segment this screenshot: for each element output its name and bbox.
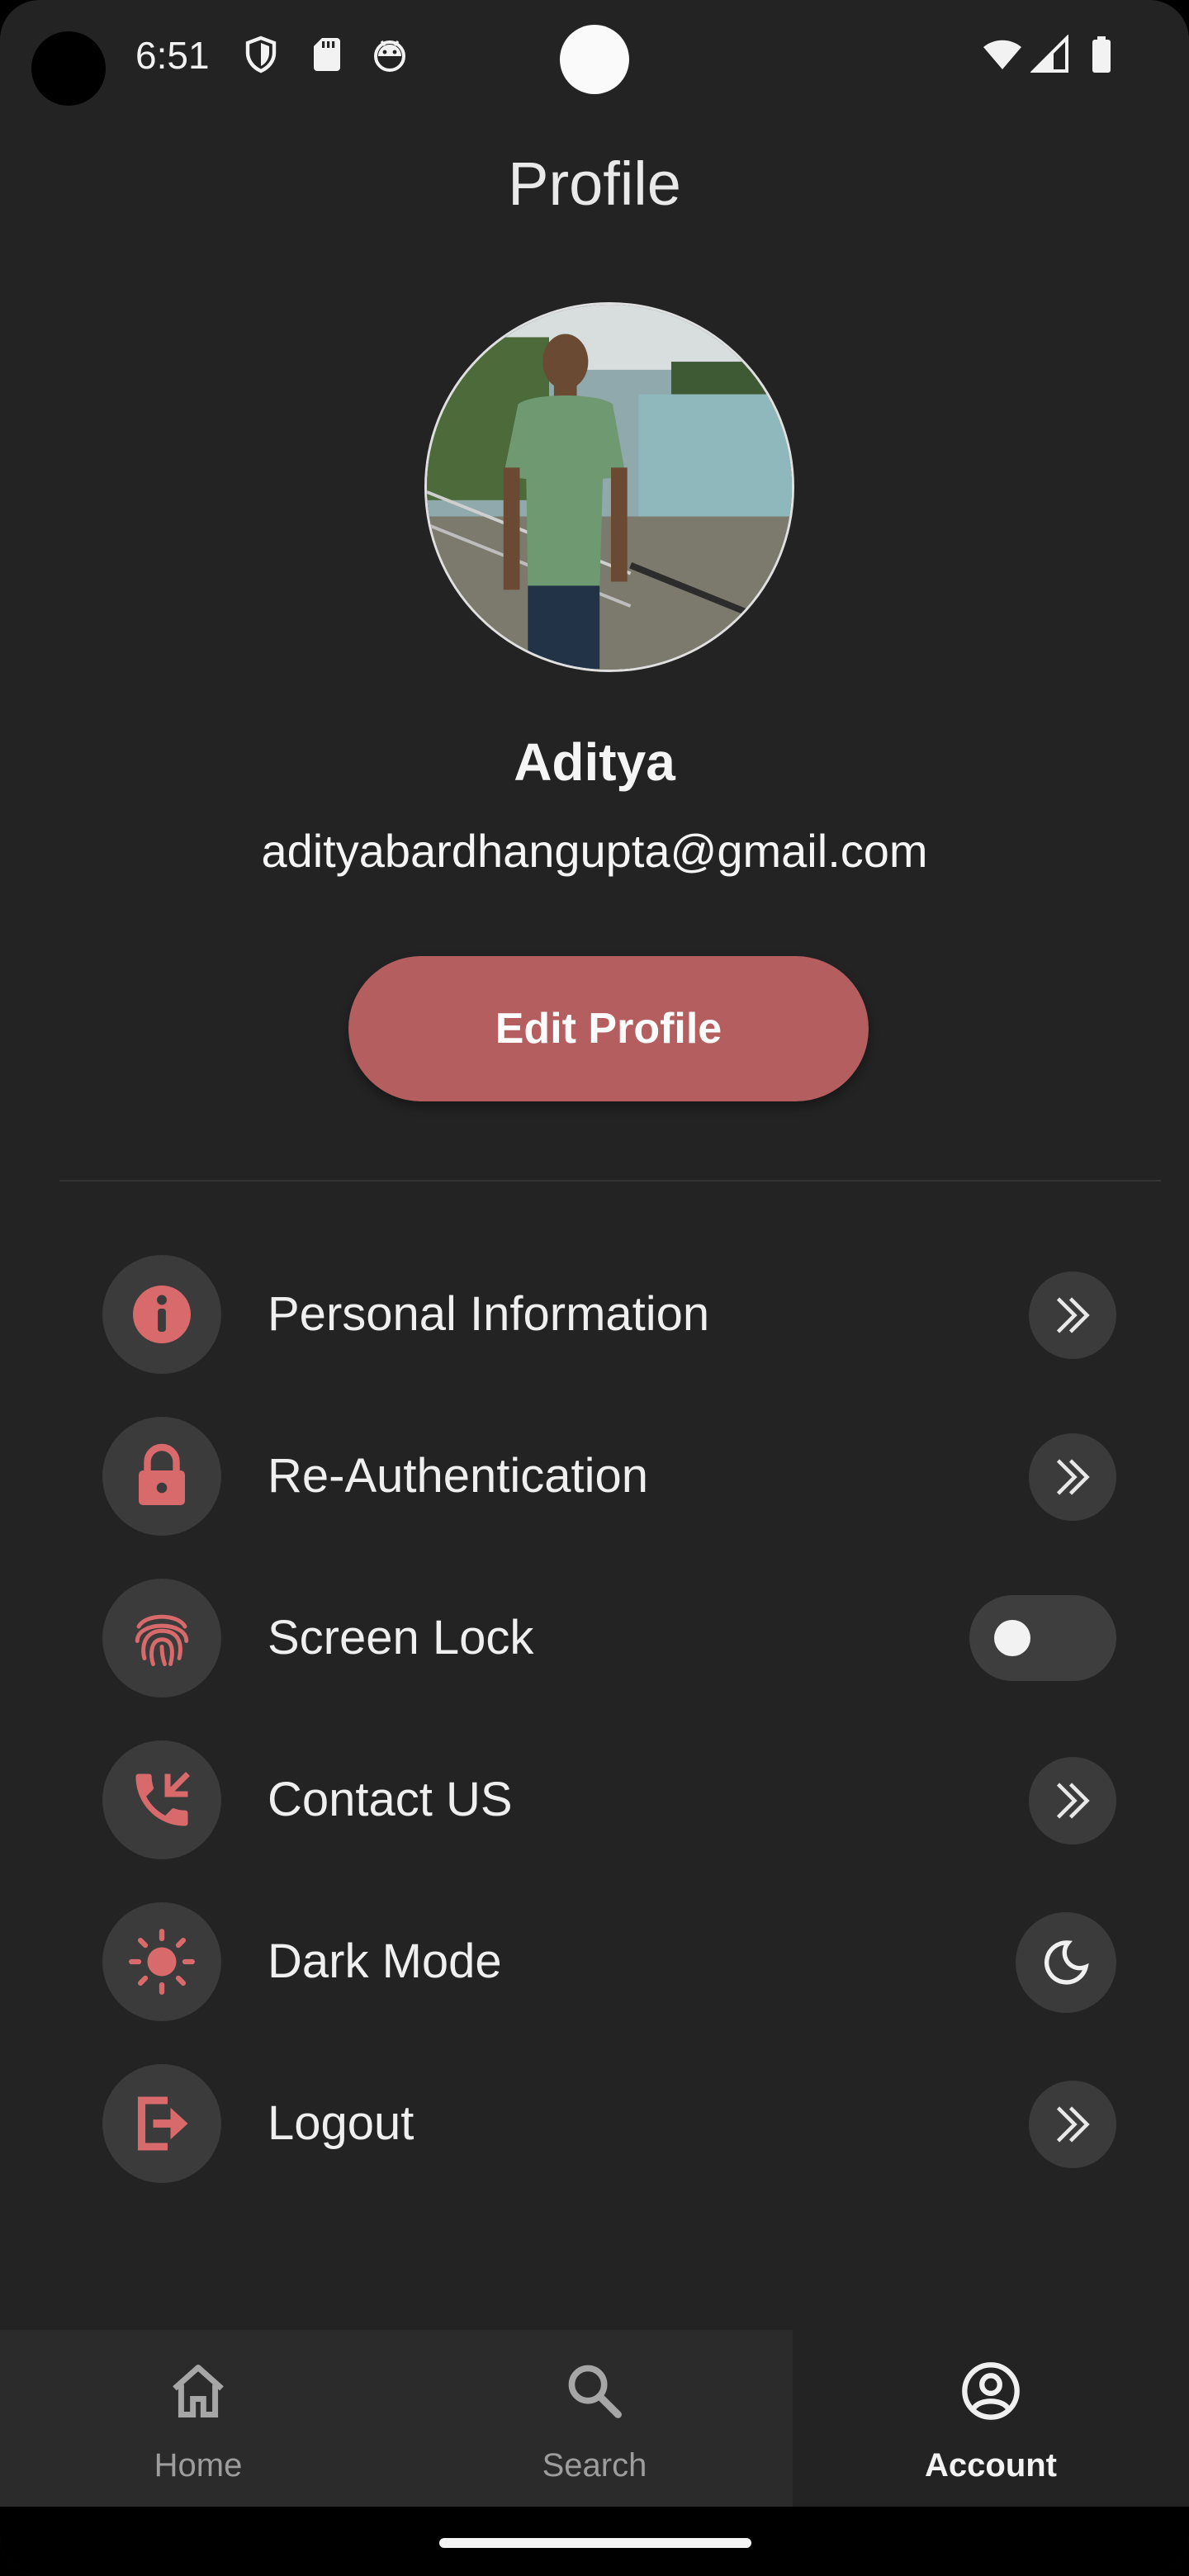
- menu-item-re-authentication[interactable]: Re-Authentication: [102, 1417, 1116, 1536]
- page-title: Profile: [508, 149, 681, 218]
- wifi-icon: [979, 35, 1026, 74]
- user-name: Aditya: [514, 732, 675, 792]
- status-bar: 6:51: [0, 0, 1189, 116]
- double-chevron-icon: [1048, 1776, 1097, 1825]
- bottom-navigation: Home Search Account: [0, 2330, 1189, 2507]
- dark-mode-button[interactable]: [1016, 1912, 1116, 2013]
- nav-item-search[interactable]: Search: [396, 2330, 793, 2507]
- double-chevron-icon: [1048, 2100, 1097, 2149]
- row-icon-container: [102, 1740, 221, 1859]
- gesture-bar: [0, 2507, 1189, 2576]
- menu-item-contact-us[interactable]: Contact US: [102, 1740, 1116, 1859]
- menu-item-label: Contact US: [268, 1773, 513, 1826]
- nav-label: Home: [154, 2447, 243, 2484]
- sd-card-icon: [307, 35, 347, 74]
- nav-label: Account: [925, 2447, 1057, 2484]
- row-icon-container: [102, 1417, 221, 1536]
- shield-icon: [241, 35, 281, 74]
- open-contact-us-button[interactable]: [1029, 1757, 1116, 1844]
- divider: [59, 1180, 1161, 1181]
- row-icon-container: [102, 2064, 221, 2183]
- moon-icon: [1040, 1936, 1092, 1989]
- double-chevron-icon: [1048, 1452, 1097, 1502]
- menu-item-label: Dark Mode: [268, 1934, 502, 1988]
- menu-item-screen-lock[interactable]: Screen Lock: [102, 1579, 1116, 1698]
- nav-item-home[interactable]: Home: [0, 2330, 396, 2507]
- account-icon: [959, 2360, 1022, 2422]
- front-camera: [560, 25, 629, 94]
- toggle-knob: [994, 1620, 1030, 1656]
- row-icon-container: [102, 1902, 221, 2021]
- battery-icon: [1082, 35, 1121, 74]
- open-personal-information-button[interactable]: [1029, 1271, 1116, 1359]
- row-icon-container: [102, 1255, 221, 1374]
- nav-item-account[interactable]: Account: [793, 2330, 1189, 2507]
- avatar[interactable]: [424, 302, 794, 672]
- android-debug-icon: [370, 35, 410, 74]
- home-icon: [167, 2360, 230, 2422]
- sun-icon: [127, 1927, 197, 1996]
- lock-icon: [127, 1442, 197, 1511]
- camera-cutout: [31, 31, 106, 106]
- profile-screen: 6:51 Profile Aditya adityabardhangupta@g…: [0, 0, 1189, 2576]
- phone-icon: [127, 1765, 197, 1835]
- menu-item-label: Logout: [268, 2096, 414, 2150]
- cell-signal-icon: [1030, 35, 1070, 74]
- fingerprint-icon: [127, 1603, 197, 1673]
- open-re-authentication-button[interactable]: [1029, 1433, 1116, 1521]
- user-email: adityabardhangupta@gmail.com: [261, 825, 928, 877]
- nav-label: Search: [542, 2447, 647, 2484]
- row-icon-container: [102, 1579, 221, 1698]
- info-icon: [127, 1280, 197, 1349]
- menu-item-label: Re-Authentication: [268, 1449, 649, 1503]
- menu-item-personal-information[interactable]: Personal Information: [102, 1255, 1116, 1374]
- menu-item-logout[interactable]: Logout: [102, 2064, 1116, 2183]
- menu-item-label: Personal Information: [268, 1287, 710, 1341]
- home-indicator[interactable]: [439, 2538, 751, 2548]
- search-icon: [563, 2360, 626, 2422]
- double-chevron-icon: [1048, 1290, 1097, 1340]
- menu-item-label: Screen Lock: [268, 1611, 534, 1664]
- screen-lock-toggle[interactable]: [969, 1595, 1116, 1681]
- logout-icon: [127, 2089, 197, 2158]
- edit-profile-button[interactable]: Edit Profile: [348, 956, 869, 1101]
- logout-button[interactable]: [1029, 2081, 1116, 2168]
- menu-item-dark-mode[interactable]: Dark Mode: [102, 1902, 1116, 2021]
- status-time: 6:51: [135, 34, 210, 77]
